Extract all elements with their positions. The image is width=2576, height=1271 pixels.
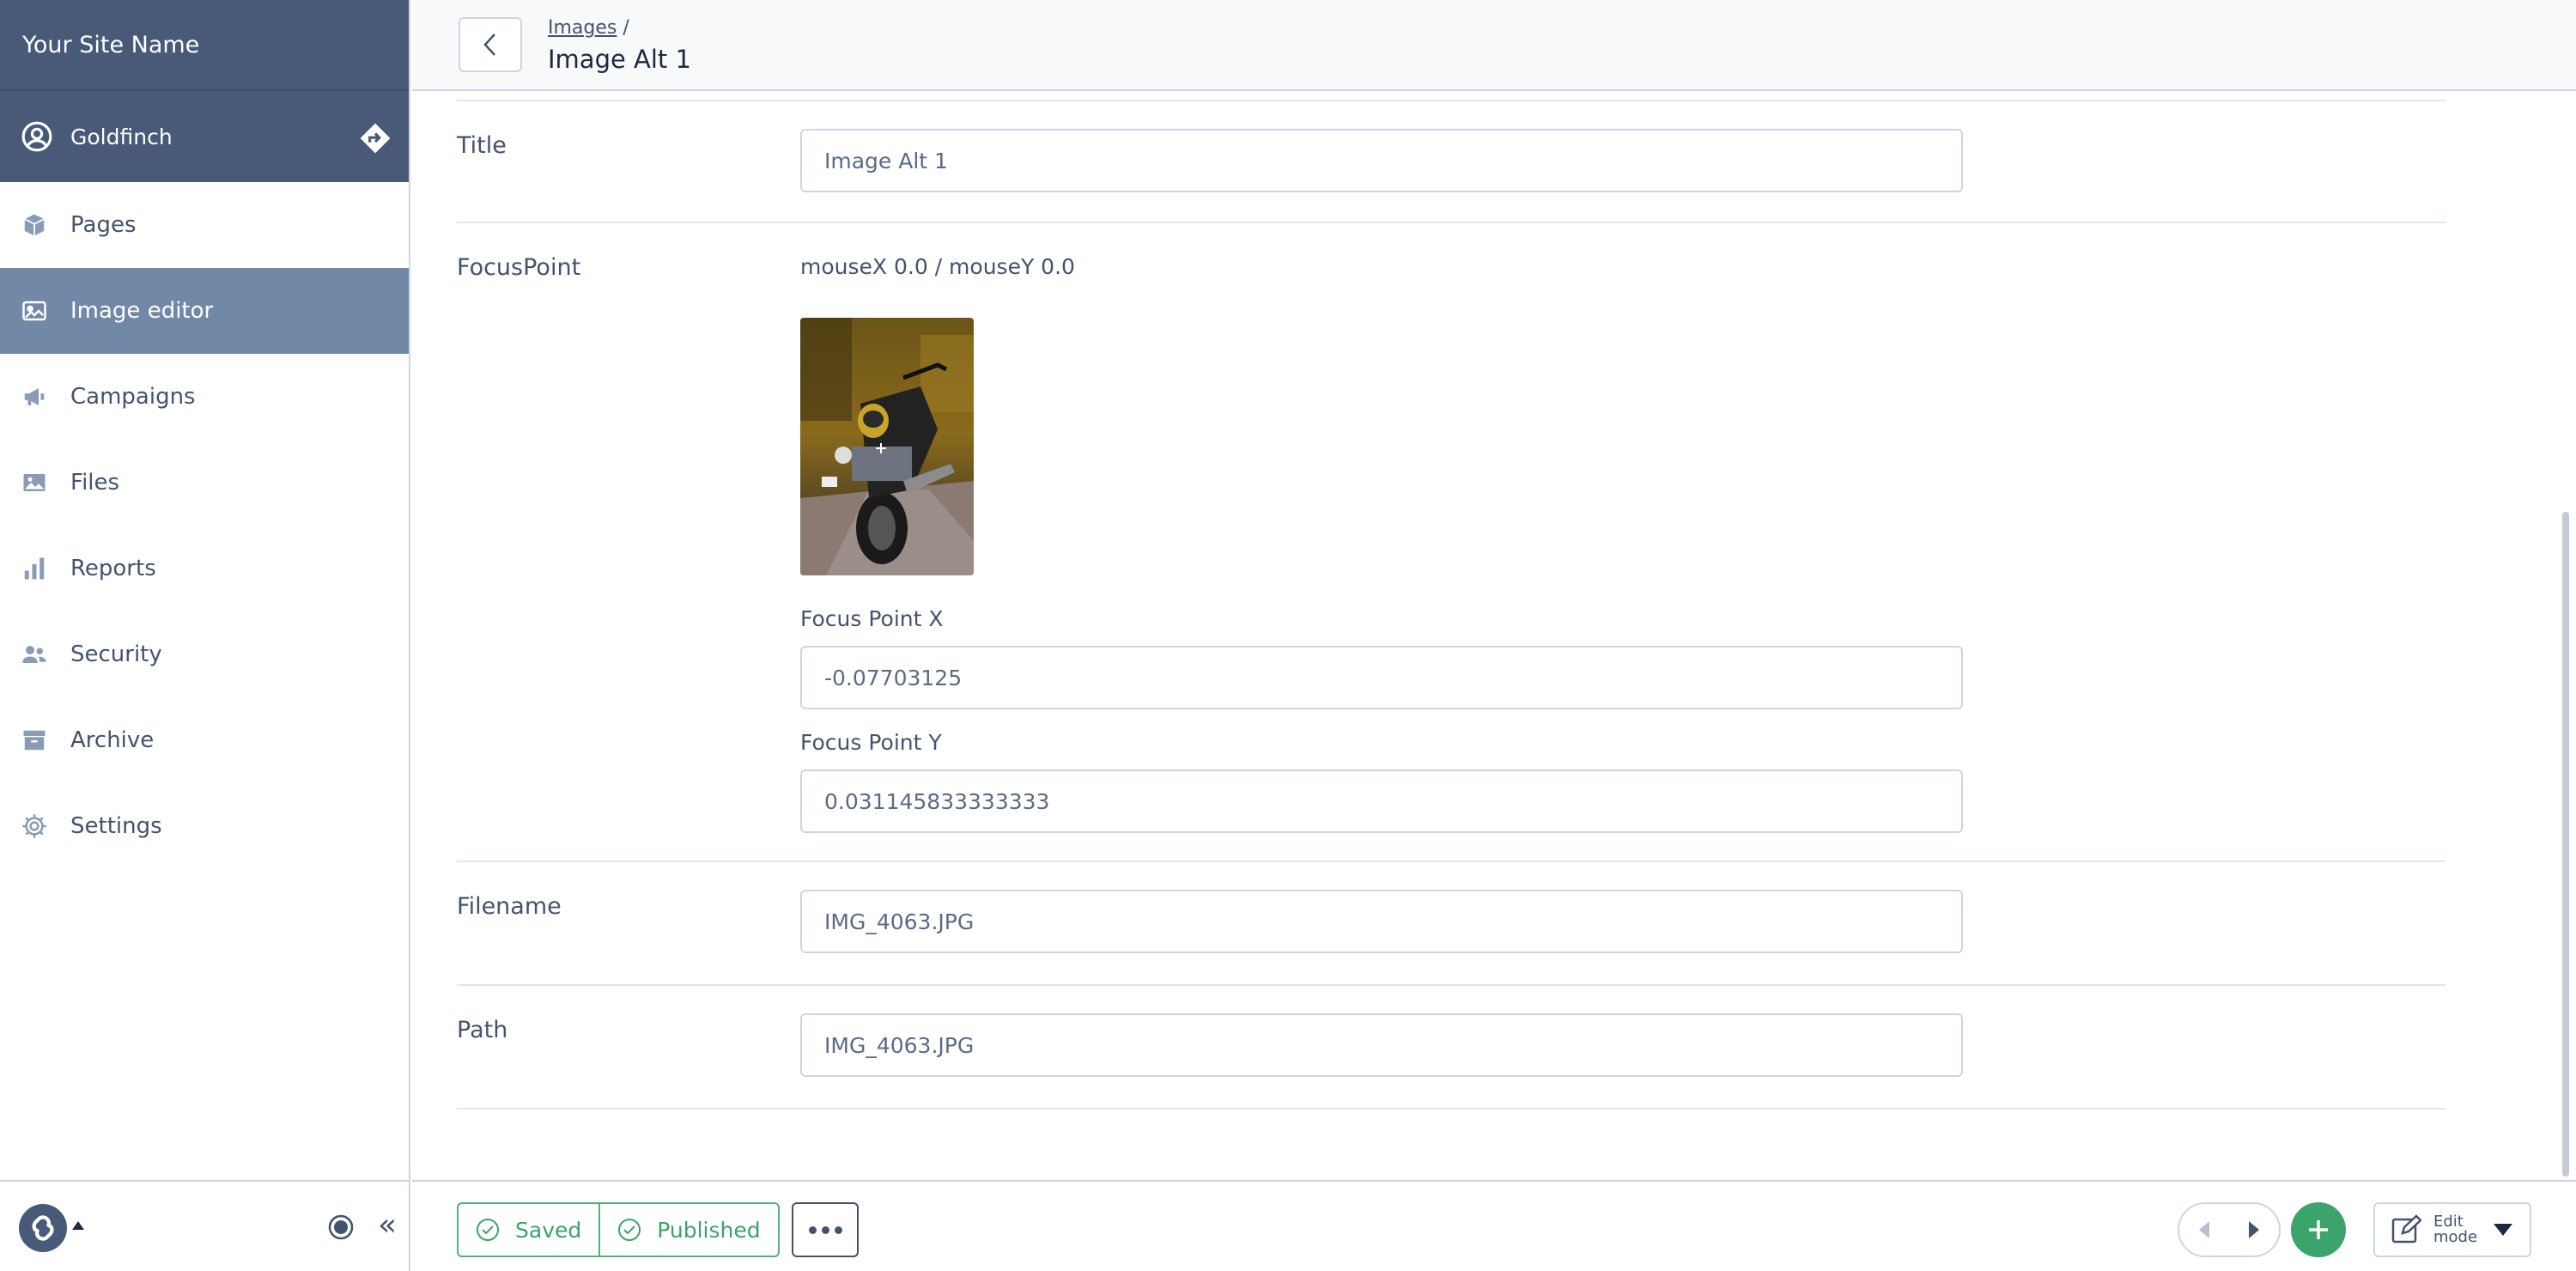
path-label: Path — [457, 1017, 508, 1043]
focus-point-image[interactable] — [800, 318, 974, 575]
sidebar-item-reports[interactable]: Reports — [0, 526, 409, 611]
check-circle-icon — [477, 1219, 499, 1241]
filename-label: Filename — [457, 893, 562, 920]
edit-form: Title FocusPoint mouseX 0.0 / mouseY 0.0 — [457, 100, 2445, 1110]
archive-box-icon — [21, 727, 48, 754]
sidebar-item-image-editor[interactable]: Image editor — [0, 268, 409, 354]
site-name[interactable]: Your Site Name — [0, 0, 409, 89]
users-icon — [21, 641, 48, 668]
sidebar-item-label: Campaigns — [70, 384, 196, 410]
picture-icon — [21, 469, 48, 496]
edit-mode-button[interactable]: Edit mode — [2373, 1202, 2531, 1257]
next-record-button[interactable] — [2229, 1204, 2279, 1256]
sidebar-item-label: Settings — [70, 813, 162, 839]
field-row-focuspoint: FocusPoint mouseX 0.0 / mouseY 0.0 Focus… — [457, 223, 2445, 862]
check-circle-icon — [618, 1219, 641, 1241]
sidebar-item-pages[interactable]: Pages — [0, 182, 409, 268]
field-row-path: Path — [457, 986, 2445, 1110]
page-title: Image Alt 1 — [548, 45, 691, 74]
sidebar-item-label: Security — [70, 642, 162, 667]
focus-point-y-input[interactable] — [800, 769, 1963, 833]
bar-chart-icon — [21, 555, 48, 582]
sidebar-item-files[interactable]: Files — [0, 440, 409, 526]
previous-record-button[interactable] — [2179, 1204, 2229, 1256]
published-label: Published — [657, 1217, 761, 1243]
breadcrumb-separator: / — [623, 17, 629, 39]
saved-label: Saved — [515, 1217, 582, 1243]
focus-point-y-label: Focus Point Y — [800, 730, 942, 755]
focus-point-x-label: Focus Point X — [800, 606, 944, 631]
motorcycle-photo — [800, 318, 974, 575]
sidebar-item-archive[interactable]: Archive — [0, 697, 409, 783]
sidebar-footer: « — [0, 1180, 409, 1271]
action-footer: Saved Published Edit mode — [412, 1180, 2576, 1271]
external-link-icon[interactable] — [359, 122, 392, 155]
more-dots-icon — [808, 1225, 817, 1234]
breadcrumb: Images / — [548, 17, 629, 39]
sidebar-item-label: Files — [70, 470, 120, 496]
plus-icon — [2309, 1220, 2328, 1239]
title-label: Title — [457, 132, 507, 159]
megaphone-icon — [21, 383, 48, 410]
back-button[interactable] — [459, 17, 522, 72]
page-header: Images / Image Alt 1 — [412, 0, 2576, 91]
more-actions-button[interactable] — [792, 1202, 859, 1257]
sidebar-item-campaigns[interactable]: Campaigns — [0, 354, 409, 440]
caret-up-icon[interactable] — [72, 1221, 84, 1230]
sidebar-item-label: Image editor — [70, 298, 214, 324]
breadcrumb-link-images[interactable]: Images — [548, 17, 617, 39]
user-profile-row[interactable]: Goldfinch — [0, 89, 409, 182]
collapse-sidebar-button[interactable]: « — [378, 1207, 397, 1243]
field-row-title: Title — [457, 100, 2445, 223]
edit-pencil-icon — [2391, 1214, 2421, 1244]
cms-logo-icon[interactable] — [19, 1204, 67, 1252]
triangle-left-icon — [2199, 1221, 2209, 1238]
sidebar-item-security[interactable]: Security — [0, 611, 409, 697]
sidebar-item-label: Reports — [70, 556, 156, 581]
sidebar-item-label: Archive — [70, 727, 155, 753]
scrollbar-thumb[interactable] — [2562, 512, 2569, 1177]
focus-point-x-input[interactable] — [800, 646, 1963, 709]
chevron-down-icon — [2494, 1224, 2512, 1236]
filename-input[interactable] — [800, 890, 1963, 953]
user-avatar-icon — [21, 121, 52, 152]
add-new-button[interactable] — [2291, 1202, 2346, 1257]
record-pager — [2178, 1202, 2281, 1257]
triangle-right-icon — [2249, 1221, 2259, 1238]
edit-mode-label: Edit mode — [2433, 1213, 2478, 1246]
user-name: Goldfinch — [70, 124, 173, 149]
sidebar-item-settings[interactable]: Settings — [0, 783, 409, 869]
gear-icon — [21, 812, 48, 840]
mouse-coordinates-readout: mouseX 0.0 / mouseY 0.0 — [800, 254, 1075, 279]
preview-toggle-icon[interactable] — [328, 1214, 354, 1240]
sidebar-item-label: Pages — [70, 212, 137, 238]
status-group: Saved Published — [457, 1202, 780, 1257]
more-dots-icon — [834, 1225, 842, 1234]
title-input[interactable] — [800, 129, 1963, 192]
chevron-left-icon — [483, 33, 495, 56]
more-dots-icon — [821, 1225, 829, 1234]
field-row-filename: Filename — [457, 862, 2445, 986]
published-button[interactable]: Published — [598, 1204, 777, 1256]
saved-button[interactable]: Saved — [459, 1204, 598, 1256]
focuspoint-label: FocusPoint — [457, 254, 581, 281]
sidebar: Your Site Name Goldfinch Pages Image edi… — [0, 0, 410, 1271]
path-input[interactable] — [800, 1013, 1963, 1077]
cube-icon — [21, 211, 48, 239]
image-icon — [21, 297, 48, 325]
